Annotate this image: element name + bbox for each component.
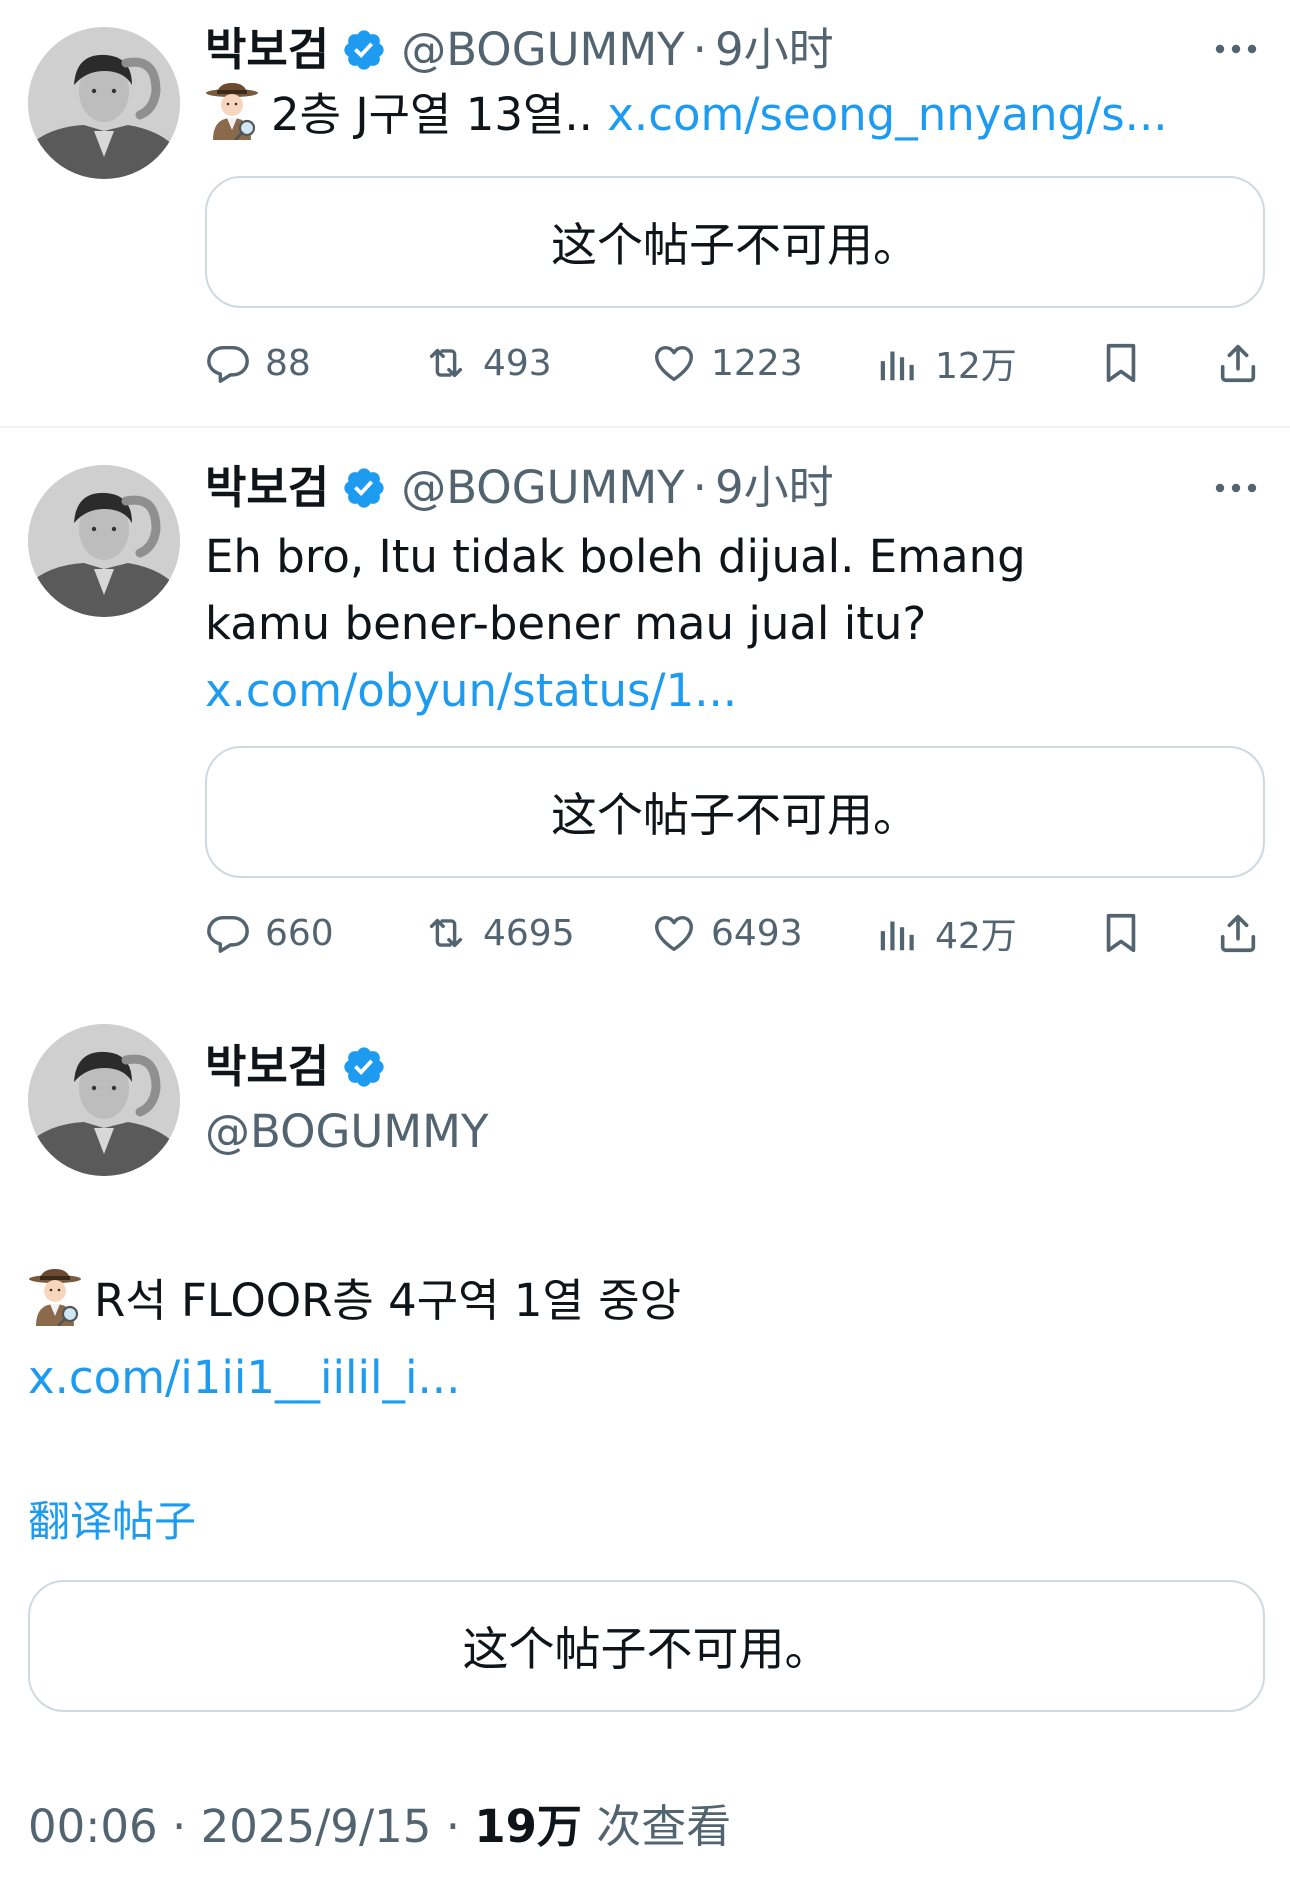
repost-icon <box>423 910 469 956</box>
more-icon[interactable] <box>1214 42 1258 56</box>
main-name-row: 박보검 <box>205 1039 387 1095</box>
bookmark-button[interactable] <box>1098 898 1144 968</box>
repost-icon <box>423 340 469 386</box>
reply-count: 660 <box>265 912 334 954</box>
quote-unavailable: 这个帖子不可用。 <box>205 746 1265 878</box>
reply-icon <box>205 910 251 956</box>
quote-unavailable: 这个帖子不可用。 <box>205 176 1265 308</box>
display-name[interactable]: 박보검 <box>205 460 329 516</box>
translate-post-link[interactable]: 翻译帖子 <box>28 1488 196 1549</box>
tweet-link[interactable]: x.com/obyun/status/1... <box>205 664 737 717</box>
separator: · <box>445 1800 460 1853</box>
user-handle[interactable]: @BOGUMMY <box>401 22 684 78</box>
views-icon <box>875 910 921 956</box>
display-name[interactable]: 박보검 <box>205 22 329 78</box>
repost-count: 493 <box>483 342 552 384</box>
share-button[interactable] <box>1215 328 1261 398</box>
like-count: 6493 <box>711 912 803 954</box>
bookmark-icon <box>1098 340 1144 386</box>
like-icon <box>651 910 697 956</box>
views-icon <box>875 340 921 386</box>
action-bar: 660 4695 6493 42万 <box>205 898 1265 968</box>
tweet-header: 박보검 @BOGUMMY · 9小时 <box>205 22 834 78</box>
separator: · <box>692 461 707 514</box>
tweet-text: 2층 J구열 13열.. x.com/seong_nnyang/s... <box>205 81 1265 148</box>
tweet-text: Eh bro, Itu tidak boleh dijual. Emang ka… <box>205 523 1145 724</box>
view-count[interactable]: 19万 <box>474 1800 582 1853</box>
detective-emoji <box>205 82 259 140</box>
tweet-body: Eh bro, Itu tidak boleh dijual. Emang ka… <box>205 530 1026 650</box>
display-name[interactable]: 박보검 <box>205 1039 329 1095</box>
more-icon[interactable] <box>1214 481 1258 495</box>
user-handle[interactable]: @BOGUMMY <box>401 460 684 516</box>
detective-emoji <box>28 1268 82 1326</box>
repost-button[interactable]: 4695 <box>423 898 575 968</box>
reply-button[interactable]: 88 <box>205 328 311 398</box>
reply-icon <box>205 340 251 386</box>
verified-icon <box>341 1044 387 1090</box>
views-button[interactable]: 12万 <box>875 328 1017 398</box>
tweet-header: 박보검 @BOGUMMY · 9小时 <box>205 460 834 516</box>
timestamp[interactable]: 9小时 <box>715 460 834 516</box>
quote-unavailable: 这个帖子不可用。 <box>28 1580 1265 1712</box>
separator: · <box>692 23 707 76</box>
bookmark-button[interactable] <box>1098 328 1144 398</box>
action-bar: 88 493 1223 12万 <box>205 328 1265 398</box>
tweet-link[interactable]: x.com/seong_nnyang/s... <box>607 88 1167 141</box>
views-button[interactable]: 42万 <box>875 898 1017 968</box>
avatar[interactable] <box>28 1024 180 1176</box>
user-handle[interactable]: @BOGUMMY <box>205 1104 488 1160</box>
main-handle-row: @BOGUMMY <box>205 1104 488 1160</box>
tweet-body: R석 FLOOR층 4구역 1열 중앙 <box>94 1274 682 1327</box>
post-date: 2025/9/15 <box>200 1800 432 1853</box>
timestamp[interactable]: 9小时 <box>715 22 834 78</box>
bookmark-icon <box>1098 910 1144 956</box>
repost-button[interactable]: 493 <box>423 328 552 398</box>
like-button[interactable]: 6493 <box>651 898 803 968</box>
verified-icon <box>341 27 387 73</box>
divider <box>0 426 1290 428</box>
avatar[interactable] <box>28 27 180 179</box>
repost-count: 4695 <box>483 912 575 954</box>
post-time: 00:06 <box>28 1800 158 1853</box>
views-count: 12万 <box>935 346 1017 387</box>
tweet-text: R석 FLOOR층 4구역 1열 중앙 x.com/i1ii1__iilil_i… <box>28 1262 1008 1416</box>
verified-icon <box>341 465 387 511</box>
share-button[interactable] <box>1215 898 1261 968</box>
like-count: 1223 <box>711 342 803 384</box>
share-icon <box>1215 340 1261 386</box>
views-count: 42万 <box>935 916 1017 957</box>
like-icon <box>651 340 697 386</box>
reply-count: 88 <box>265 342 311 384</box>
reply-button[interactable]: 660 <box>205 898 334 968</box>
share-icon <box>1215 910 1261 956</box>
like-button[interactable]: 1223 <box>651 328 803 398</box>
tweet-body: 2층 J구열 13열.. <box>271 88 608 141</box>
separator: · <box>172 1800 187 1853</box>
view-label: 次查看 <box>596 1800 732 1853</box>
avatar[interactable] <box>28 465 180 617</box>
tweet-link[interactable]: x.com/i1ii1__iilil_i... <box>28 1351 460 1404</box>
post-meta: 00:06 · 2025/9/15 · 19万 次查看 <box>28 1790 731 1855</box>
